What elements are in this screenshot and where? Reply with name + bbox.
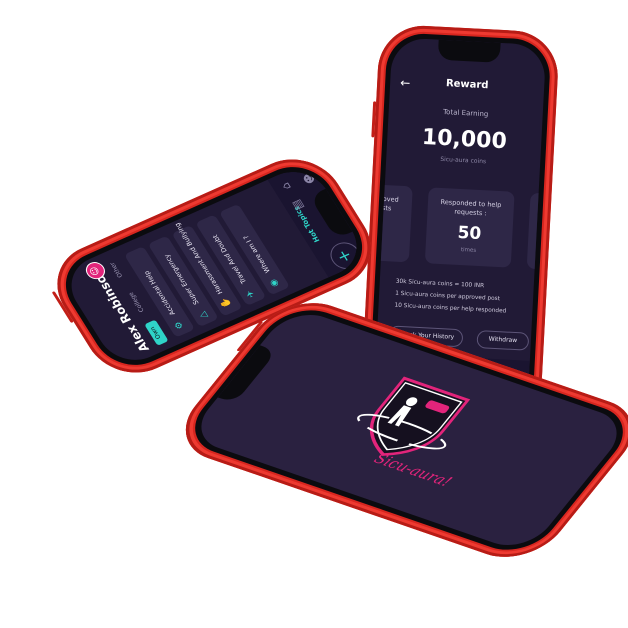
news-icon[interactable]: ▤ bbox=[289, 198, 306, 212]
stat-card-value: 5 bbox=[528, 227, 547, 250]
total-earning-unit: Sicu-aura coins bbox=[440, 155, 487, 166]
stat-card-unit: times bbox=[460, 247, 477, 254]
location-pin-icon: ◉ bbox=[268, 277, 282, 289]
add-post-button[interactable]: + bbox=[325, 238, 366, 274]
stat-card-label: Approved posts bbox=[373, 194, 399, 213]
splash-logo: Sicu-aura! bbox=[357, 376, 471, 490]
profile-icon[interactable]: ☻ bbox=[300, 171, 318, 186]
splash-screen: Sicu-aura! bbox=[185, 306, 628, 554]
shield-icon bbox=[369, 376, 471, 456]
phone-bezel: Sicu-aura! bbox=[177, 300, 628, 560]
stat-card-label: Approved posts bbox=[543, 203, 547, 213]
brand-name: Sicu-aura! bbox=[370, 450, 455, 490]
car-crash-icon: ⚙ bbox=[172, 319, 187, 331]
travel-icon: ✈ bbox=[244, 288, 258, 299]
home-icon[interactable]: ⌂ bbox=[278, 181, 294, 192]
total-earning-value: 10,000 bbox=[421, 124, 508, 155]
page-title: Reward bbox=[445, 78, 489, 92]
total-earning-label: Total Earning bbox=[442, 107, 489, 119]
reward-header: ← Reward bbox=[390, 75, 545, 99]
phone-notch bbox=[437, 39, 501, 63]
stat-card-left[interactable]: Approved posts bbox=[373, 183, 413, 263]
siren-icon: △ bbox=[197, 309, 211, 320]
stat-card-value: 50 bbox=[457, 222, 482, 245]
hand-icon: ✋ bbox=[218, 295, 234, 310]
stat-card-help-requests[interactable]: Responded to help requests : 50 times bbox=[424, 187, 515, 268]
reward-rates: 30k Sicu-aura coins = 100 INR 1 Sicu-aur… bbox=[394, 276, 524, 319]
withdraw-button[interactable]: Withdraw bbox=[476, 330, 530, 351]
stat-card-right[interactable]: Approved posts 5 bbox=[526, 192, 547, 272]
stat-card-label: Responded to help requests : bbox=[440, 197, 502, 218]
